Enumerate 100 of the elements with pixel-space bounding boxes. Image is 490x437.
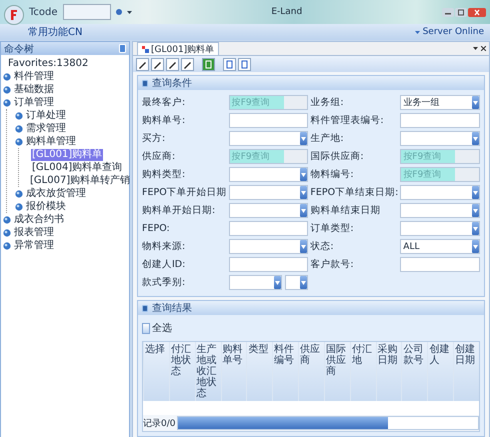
lookup-field[interactable]: 按F9查询 <box>400 167 480 182</box>
column-header[interactable]: 付汇地 <box>350 342 376 401</box>
lookup-field[interactable]: 按F9查询 <box>228 95 308 110</box>
dropdown-field[interactable] <box>228 203 308 218</box>
node-icon <box>3 242 11 250</box>
field-label: 买方: <box>142 132 166 146</box>
field-label: 客户款号: <box>310 258 355 272</box>
toolbar-button[interactable] <box>136 58 149 70</box>
column-header[interactable]: 料件编号 <box>272 342 298 401</box>
node-icon <box>15 202 23 210</box>
dropdown-field[interactable] <box>228 275 282 290</box>
column-header[interactable]: 供应商 <box>298 342 324 401</box>
tree-item[interactable]: 基础数据 <box>13 84 55 96</box>
panel-icon <box>142 304 148 312</box>
toolbar-button[interactable] <box>166 58 179 70</box>
field-label: 创建人ID: <box>142 258 186 272</box>
node-icon <box>3 72 11 80</box>
field-label: 生产地: <box>310 132 345 146</box>
node-icon <box>15 138 23 146</box>
column-header[interactable]: 采购日期 <box>376 342 402 401</box>
tree-item[interactable]: 需求管理 <box>25 122 67 134</box>
field-label: 购料单结束日期 <box>310 204 382 218</box>
field-label: 状态: <box>310 240 335 254</box>
column-header[interactable]: 公司款号 <box>401 342 428 401</box>
toolbar-button[interactable] <box>238 58 251 70</box>
input-field[interactable] <box>228 257 308 272</box>
field-label: 款式季别: <box>142 276 186 290</box>
column-header[interactable]: 创建人 <box>427 342 454 401</box>
column-header[interactable]: 购料单号 <box>220 342 246 401</box>
field-label: 订单类型: <box>310 222 355 236</box>
tree-item[interactable]: 料件管理 <box>13 70 55 82</box>
column-header[interactable]: 生产地或收汇地状态 <box>194 342 221 401</box>
dropdown-field[interactable] <box>400 185 480 200</box>
scrollbar[interactable] <box>177 416 479 430</box>
page-icon <box>204 60 213 68</box>
tree-item[interactable]: 异常管理 <box>13 240 55 252</box>
column-header[interactable]: 付汇地状态 <box>168 342 195 401</box>
arrow-icon[interactable] <box>126 10 132 14</box>
dropdown-field[interactable] <box>400 131 480 146</box>
dropdown-field[interactable] <box>400 221 480 236</box>
toolbar-button[interactable] <box>151 58 164 70</box>
field-label: 购料单开始日期: <box>142 204 216 218</box>
tab[interactable]: [GL001]购料单 <box>137 42 220 55</box>
record-count: 记录0/0 <box>143 418 176 430</box>
column-header[interactable]: 选择 <box>143 342 169 401</box>
menu-item[interactable]: 常用功能CN <box>28 25 82 39</box>
field-label: 购料单号: <box>142 114 186 128</box>
input-field[interactable] <box>228 221 308 236</box>
field-label: 业务组: <box>310 96 345 110</box>
minimize-icon[interactable] <box>442 8 454 16</box>
dropdown-field[interactable] <box>228 131 308 146</box>
column-header[interactable]: 类型 <box>246 342 272 401</box>
tree-item[interactable]: 订单管理 <box>13 96 55 108</box>
dropdown-field[interactable]: 业务一组 <box>400 95 480 110</box>
column-header[interactable]: 国际供应商 <box>324 342 350 401</box>
dropdown-field[interactable] <box>228 167 308 182</box>
app-logo-icon[interactable] <box>4 5 24 25</box>
lookup-field[interactable]: 按F9查询 <box>228 149 308 164</box>
node-icon <box>3 228 11 236</box>
panel-title: 查询结果 <box>152 302 192 315</box>
tree-item[interactable]: [GL001]购料单 <box>31 148 104 160</box>
tree-item[interactable]: [GL007]购料单转产销 <box>29 174 132 186</box>
tab-icon <box>142 46 149 52</box>
tcode-field[interactable] <box>62 4 111 20</box>
maximize-icon[interactable] <box>455 8 467 16</box>
field-label: 料件管理表编号: <box>310 114 385 128</box>
tree-item[interactable]: 报表管理 <box>13 226 55 238</box>
node-icon <box>15 190 23 198</box>
field-label: 物料编号: <box>310 168 355 182</box>
field-label: 物料来源: <box>142 240 186 254</box>
node-icon <box>3 86 11 94</box>
field-label: 最终客户: <box>142 96 186 110</box>
tree-item[interactable]: 成衣放货管理 <box>25 188 87 200</box>
tree-item[interactable]: 成衣合约书 <box>13 214 65 226</box>
tree-item[interactable]: [GL004]购料单查询 <box>31 162 124 174</box>
toolbar-button[interactable] <box>181 58 194 70</box>
dropdown-field[interactable] <box>284 275 308 290</box>
dropdown-field[interactable] <box>228 239 308 254</box>
dropdown-field[interactable] <box>228 185 308 200</box>
status-arrow-icon[interactable] <box>414 30 420 34</box>
tree-item[interactable]: 订单处理 <box>25 110 67 122</box>
input-field[interactable] <box>228 113 308 128</box>
tree-item[interactable]: 购料单管理 <box>25 136 77 148</box>
close-icon[interactable] <box>481 46 486 51</box>
toolbar-button[interactable] <box>223 58 236 70</box>
node-icon <box>15 124 23 132</box>
server-status: Server Online <box>422 27 484 37</box>
input-field[interactable] <box>400 257 480 272</box>
tree-item[interactable]: Favorites:13802 <box>7 58 90 70</box>
checkbox[interactable] <box>142 322 150 334</box>
field-label: FEPO下单结束日期: <box>310 186 398 200</box>
column-header[interactable]: 创建日期 <box>453 342 479 401</box>
field-label: 购料类型: <box>142 168 186 182</box>
input-field[interactable] <box>400 113 480 128</box>
dropdown-field[interactable] <box>400 203 480 218</box>
pin-icon[interactable] <box>119 44 126 53</box>
tree-item[interactable]: 报价模块 <box>25 200 67 212</box>
dropdown-field[interactable]: ALL <box>400 239 480 254</box>
lookup-field[interactable]: 按F9查询 <box>400 149 480 164</box>
node-icon <box>15 112 23 120</box>
